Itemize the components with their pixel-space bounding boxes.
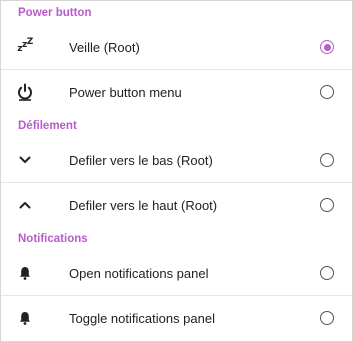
sleep-zzz-icon: zzZ — [17, 36, 33, 54]
radio-button-selected[interactable] — [320, 40, 334, 54]
chevron-up-icon — [15, 195, 35, 215]
bell-icon — [15, 308, 35, 328]
radio-button[interactable] — [320, 153, 334, 167]
option-label: Defiler vers le bas (Root) — [69, 152, 213, 168]
radio-button[interactable] — [320, 85, 334, 99]
radio-button[interactable] — [320, 198, 334, 212]
option-row-scroll-down[interactable]: Defiler vers le bas (Root) — [1, 138, 352, 183]
option-row-toggle-notifications[interactable]: Toggle notifications panel — [1, 296, 352, 340]
radio-button[interactable] — [320, 266, 334, 280]
chevron-down-icon — [15, 150, 35, 170]
option-row-power-menu[interactable]: Power button menu — [1, 70, 352, 114]
option-row-open-notifications[interactable]: Open notifications panel — [1, 251, 352, 296]
option-label: Defiler vers le haut (Root) — [69, 197, 218, 213]
section-header-power-button: Power button — [18, 7, 92, 19]
radio-button[interactable] — [320, 311, 334, 325]
option-row-scroll-up[interactable]: Defiler vers le haut (Root) — [1, 183, 352, 227]
bell-icon — [15, 263, 35, 283]
section-header-notifications: Notifications — [18, 233, 88, 245]
option-row-sleep[interactable]: zzZ Veille (Root) — [1, 25, 352, 70]
section-header-defilement: Défilement — [18, 120, 77, 132]
option-label: Veille (Root) — [69, 39, 140, 55]
power-icon — [15, 82, 35, 102]
action-picker-list: Power button zzZ Veille (Root) Power but… — [0, 0, 353, 342]
option-label: Toggle notifications panel — [69, 310, 215, 326]
option-label: Open notifications panel — [69, 265, 209, 281]
option-label: Power button menu — [69, 84, 182, 100]
